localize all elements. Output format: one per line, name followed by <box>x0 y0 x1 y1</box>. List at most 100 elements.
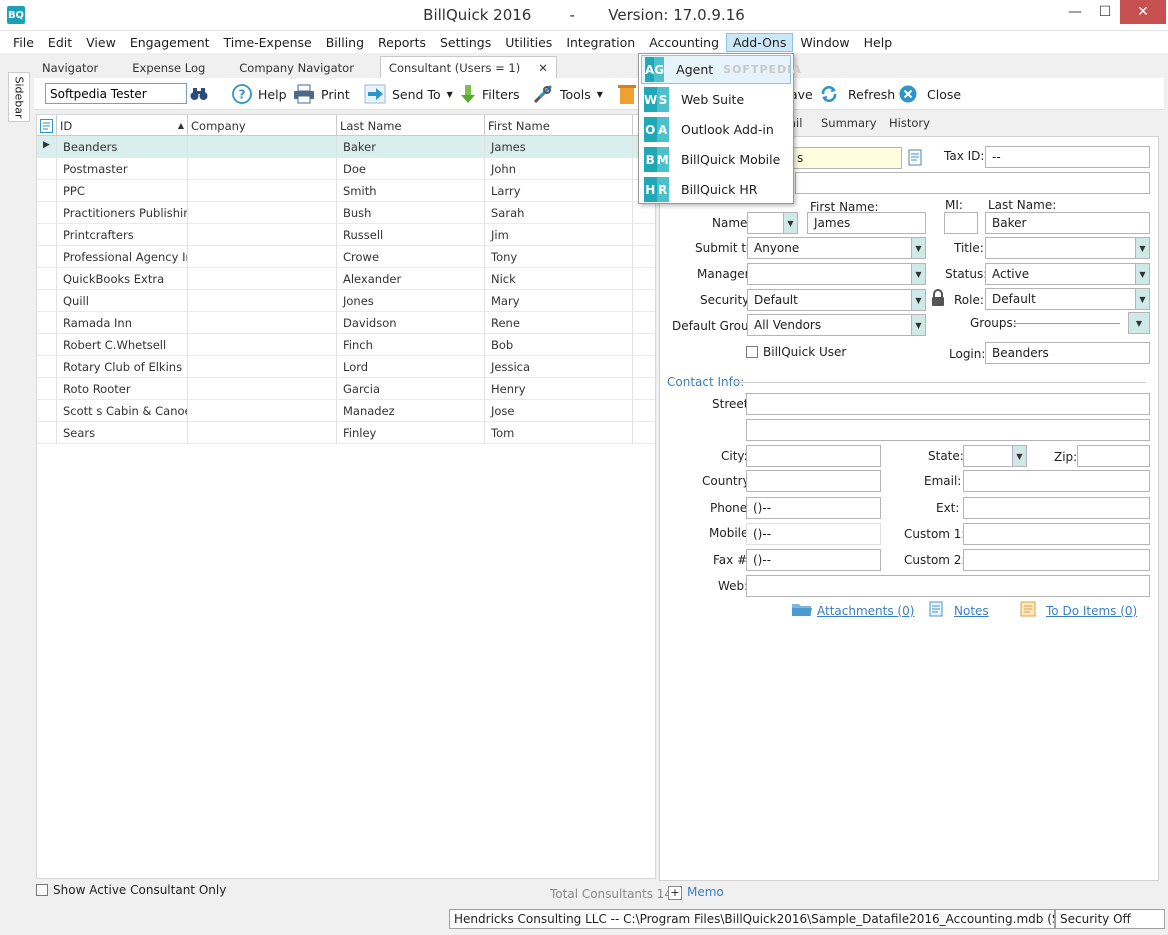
menu-item-outlook-add-in[interactable]: OA Outlook Add-in <box>641 115 791 144</box>
tab-summary[interactable]: Summary <box>821 116 877 130</box>
web-field[interactable] <box>746 575 1150 597</box>
refresh-button[interactable]: Refresh <box>820 83 895 105</box>
groups-select[interactable]: ▼ <box>1128 312 1150 334</box>
table-row[interactable]: QuickBooks Extra Alexander Nick <box>37 268 655 290</box>
sidebar-toggle[interactable]: Sidebar <box>8 72 30 122</box>
menu-settings[interactable]: Settings <box>433 33 498 52</box>
menu-item-billquick-hr[interactable]: HR BillQuick HR <box>641 175 791 204</box>
close-button[interactable]: Close <box>899 83 961 105</box>
svg-text:?: ? <box>239 88 246 102</box>
country-field[interactable] <box>746 470 881 492</box>
security-select[interactable]: Default ▼ <box>747 289 926 311</box>
table-row[interactable]: Rotary Club of Elkins Lord Jessica <box>37 356 655 378</box>
salutation-select[interactable]: ▼ <box>747 212 798 234</box>
maximize-button[interactable]: ☐ <box>1088 0 1122 24</box>
status-select[interactable]: Active ▼ <box>985 263 1150 285</box>
column-header-first-name[interactable]: First Name <box>485 115 633 136</box>
mobile-field[interactable]: ()-- <box>746 523 881 545</box>
tab-navigator[interactable]: Navigator <box>34 57 106 78</box>
tools-button[interactable]: Tools ▼ <box>532 83 603 105</box>
table-row[interactable]: Scott s Cabin & Canoe FiManadezJose <box>37 400 655 422</box>
table-row[interactable]: ▶ Beanders Baker James <box>37 136 655 158</box>
menu-view[interactable]: View <box>79 33 123 52</box>
menu-engagement[interactable]: Engagement <box>123 33 217 52</box>
state-select[interactable]: ▼ <box>963 445 1027 467</box>
menu-accounting[interactable]: Accounting <box>642 33 726 52</box>
notes-link[interactable]: Notes <box>929 601 989 620</box>
table-row[interactable]: Professional Agency InsuCroweTony <box>37 246 655 268</box>
login-field[interactable]: Beanders <box>985 342 1150 364</box>
table-row[interactable]: Postmaster Doe John <box>37 158 655 180</box>
custom1-field[interactable] <box>963 523 1150 545</box>
web-label: Web: <box>718 579 749 593</box>
first-name-field[interactable]: James <box>807 212 926 234</box>
attachments-link[interactable]: Attachments (0) <box>791 601 914 620</box>
memo-expand-icon[interactable]: + <box>668 886 682 900</box>
column-header-id[interactable]: ID ▲ <box>57 115 188 136</box>
table-row[interactable]: Robert C.Whetsell Finch Bob <box>37 334 655 356</box>
submit-to-select[interactable]: Anyone ▼ <box>747 237 926 259</box>
help-button[interactable]: ? Help <box>232 83 287 105</box>
table-row[interactable]: Practitioners Publishing Bush Sarah <box>37 202 655 224</box>
delete-icon[interactable] <box>618 83 636 105</box>
menu-help[interactable]: Help <box>857 33 900 52</box>
print-button[interactable]: Print <box>293 83 350 105</box>
default-group-select[interactable]: All Vendors ▼ <box>747 314 926 336</box>
menu-add-ons[interactable]: Add-Ons <box>726 32 794 52</box>
consultant-id-field[interactable]: s <box>790 147 902 169</box>
role-select[interactable]: Default ▼ <box>985 288 1150 310</box>
menu-window[interactable]: Window <box>793 33 856 52</box>
table-row[interactable]: PPC Smith Larry <box>37 180 655 202</box>
memo-label[interactable]: Memo <box>687 885 724 899</box>
send-to-button[interactable]: Send To ▼ <box>364 83 453 105</box>
phone-field[interactable]: ()-- <box>746 497 881 519</box>
table-row[interactable]: Roto Rooter Garcia Henry <box>37 378 655 400</box>
zip-field[interactable] <box>1077 445 1150 467</box>
menu-billing[interactable]: Billing <box>319 33 371 52</box>
city-field[interactable] <box>746 445 881 467</box>
table-row[interactable]: Ramada Inn Davidson Rene <box>37 312 655 334</box>
billquick-user-checkbox[interactable]: BillQuick User <box>746 345 846 359</box>
menu-item-agent[interactable]: AG Agent SOFTPEDIA <box>641 55 801 84</box>
tab-close-icon[interactable]: ✕ <box>538 61 548 75</box>
chevron-down-icon: ▼ <box>783 213 797 233</box>
manager-select[interactable]: ▼ <box>747 263 926 285</box>
fax-field[interactable]: ()-- <box>746 549 881 571</box>
search-input[interactable] <box>45 83 187 104</box>
lookup-icon[interactable] <box>908 149 924 170</box>
menu-bar: File Edit View Engagement Time-Expense B… <box>0 31 1168 53</box>
email-field[interactable] <box>963 470 1150 492</box>
title-select[interactable]: ▼ <box>985 237 1150 259</box>
tab-history[interactable]: History <box>889 116 930 130</box>
mi-field[interactable] <box>944 212 978 234</box>
menu-time-expense[interactable]: Time-Expense <box>217 33 319 52</box>
table-row[interactable]: Sears Finley Tom <box>37 422 655 444</box>
tax-id-field[interactable]: -- <box>985 146 1150 168</box>
menu-item-billquick-mobile[interactable]: BM BillQuick Mobile <box>641 145 791 174</box>
tab-company-navigator[interactable]: Company Navigator <box>231 57 362 78</box>
menu-file[interactable]: File <box>6 33 41 52</box>
street-line1-field[interactable] <box>746 393 1150 415</box>
ext-field[interactable] <box>963 497 1150 519</box>
menu-utilities[interactable]: Utilities <box>498 33 559 52</box>
tab-expense-log[interactable]: Expense Log <box>124 57 213 78</box>
table-row[interactable]: Printcrafters Russell Jim <box>37 224 655 246</box>
tab-consultant[interactable]: Consultant (Users = 1) ✕ <box>379 56 557 78</box>
show-active-checkbox[interactable]: Show Active Consultant Only <box>36 883 226 897</box>
menu-edit[interactable]: Edit <box>41 33 79 52</box>
custom2-field[interactable] <box>963 549 1150 571</box>
menu-item-web-suite[interactable]: WS Web Suite <box>641 85 791 114</box>
consultant-description-field[interactable] <box>795 172 1150 194</box>
column-header-company[interactable]: Company <box>188 115 337 136</box>
binoculars-icon[interactable] <box>190 83 208 105</box>
todo-link[interactable]: To Do Items (0) <box>1020 601 1137 620</box>
column-header-last-name[interactable]: Last Name <box>337 115 485 136</box>
table-row[interactable]: Quill Jones Mary <box>37 290 655 312</box>
street-line2-field[interactable] <box>746 419 1150 441</box>
close-window-button[interactable]: ✕ <box>1120 0 1166 24</box>
menu-integration[interactable]: Integration <box>559 33 642 52</box>
minimize-button[interactable]: — <box>1058 0 1092 24</box>
last-name-field[interactable]: Baker <box>985 212 1150 234</box>
menu-reports[interactable]: Reports <box>371 33 433 52</box>
filters-button[interactable]: Filters <box>460 83 519 105</box>
